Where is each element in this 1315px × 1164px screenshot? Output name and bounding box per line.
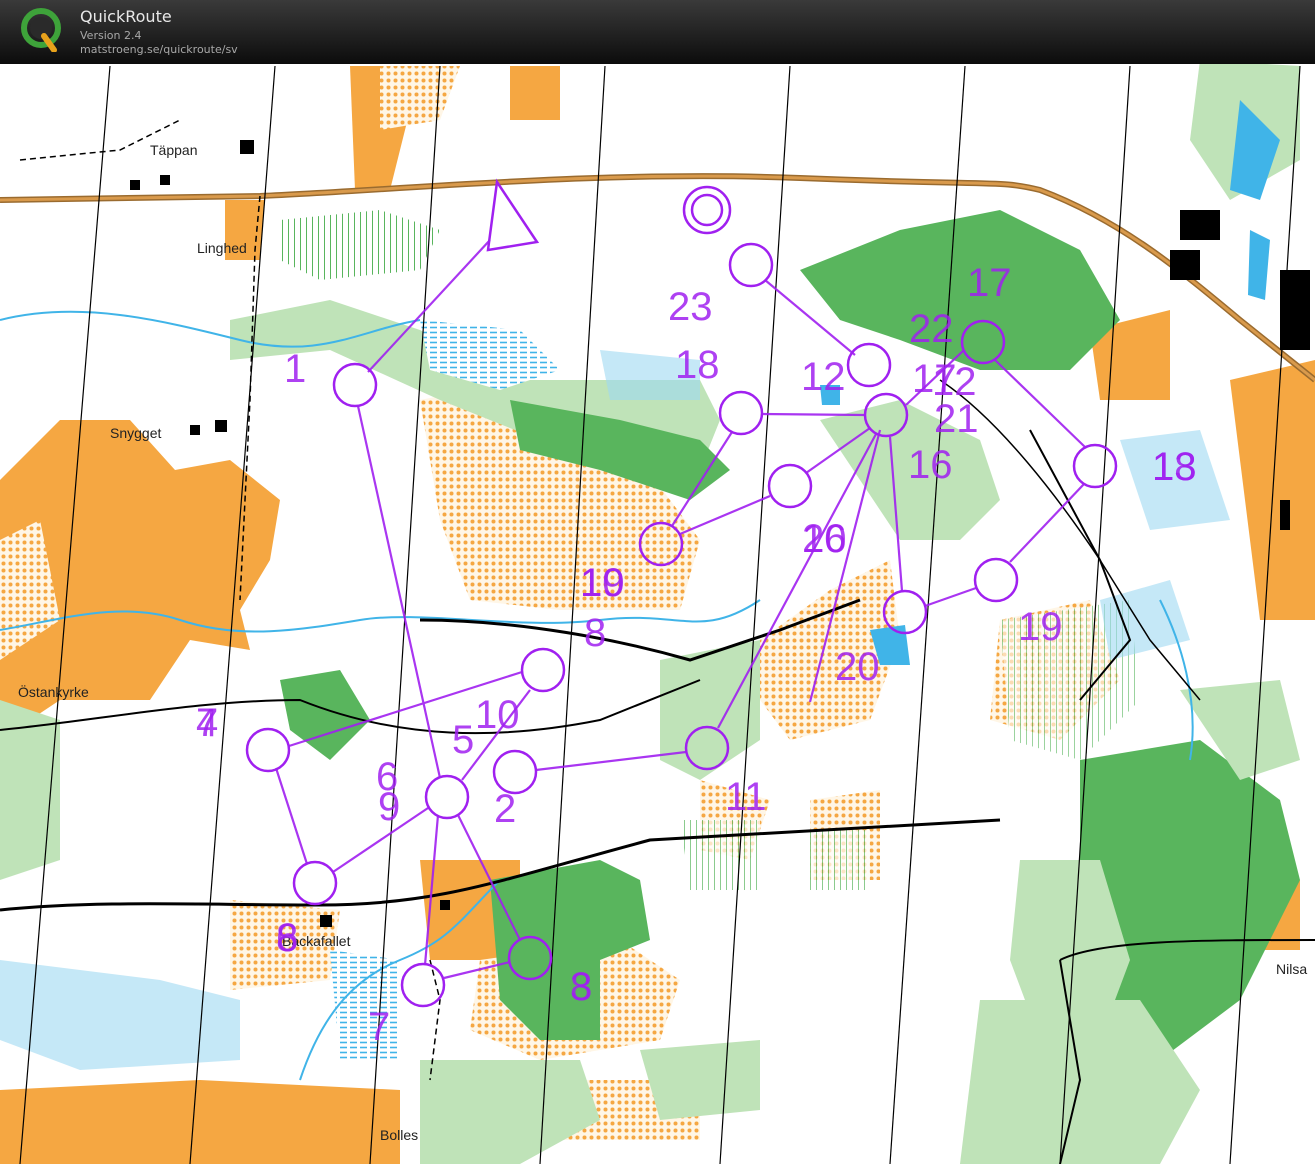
control-number: 2 — [494, 787, 516, 831]
control-number: 9 — [378, 785, 400, 829]
control-number: 19 — [1018, 605, 1063, 649]
control-number: 22 — [909, 307, 954, 351]
control-number: 12 — [801, 355, 846, 399]
control-number: 18 — [675, 343, 720, 387]
control-number: 23 — [668, 285, 713, 329]
control-number: 1 — [284, 347, 306, 391]
control-number: 8 — [584, 611, 606, 655]
place-bolles: Bolles — [380, 1127, 418, 1143]
control-number: 7 — [196, 701, 218, 745]
control-number: 11 — [725, 775, 767, 819]
quickroute-logo-icon — [21, 8, 61, 52]
control-number: 10 — [475, 693, 520, 737]
control-number: 16 — [908, 443, 953, 487]
place-ostankyrke: Östankyrke — [18, 683, 89, 700]
place-linghed: Linghed — [197, 240, 247, 256]
place-nilsa: Nilsa — [1276, 961, 1307, 977]
control-number: 18 — [1152, 445, 1197, 489]
app-version: Version 2.4 — [80, 29, 142, 42]
control-number: 20 — [835, 645, 880, 689]
control-number: 10 — [580, 561, 625, 605]
control-number: 7 — [368, 1005, 390, 1049]
app-name: QuickRoute — [80, 7, 172, 26]
place-tappan: Täppan — [150, 142, 197, 158]
control-number: 8 — [276, 916, 298, 960]
orienteering-map[interactable]: Täppan Linghed Snygget Östankyrke Backaf… — [0, 64, 1315, 1164]
control-number: 16 — [802, 517, 847, 561]
control-number: 8 — [570, 965, 592, 1009]
app-url: matstroeng.se/quickroute/sv — [80, 43, 238, 56]
control-number: 17 — [967, 261, 1012, 305]
control-number: 21 — [934, 397, 979, 441]
title-bar: QuickRoute Version 2.4 matstroeng.se/qui… — [0, 0, 1315, 64]
place-snygget: Snygget — [110, 425, 161, 441]
control-number: 5 — [452, 718, 474, 762]
